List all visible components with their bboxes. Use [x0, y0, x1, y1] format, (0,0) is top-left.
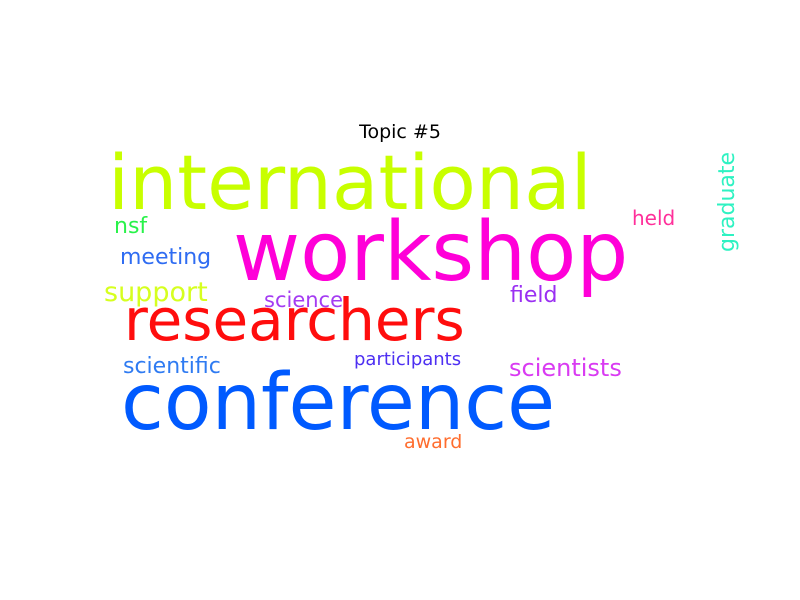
word-science: science [264, 288, 344, 312]
word-participants: participants [354, 349, 462, 370]
word-workshop: workshop [233, 205, 629, 300]
word-nsf: nsf [114, 214, 148, 239]
figure-canvas: Topic #5 international workshop research… [0, 0, 800, 600]
word-graduate: graduate [715, 151, 740, 252]
word-award: award [404, 431, 463, 453]
word-field: field [510, 283, 558, 308]
word-cloud: international workshop researchers confe… [100, 143, 740, 460]
word-scientists: scientists [509, 354, 622, 382]
word-scientific: scientific [123, 354, 221, 379]
word-support: support [104, 277, 208, 308]
word-meeting: meeting [120, 245, 212, 270]
word-held: held [632, 206, 676, 230]
